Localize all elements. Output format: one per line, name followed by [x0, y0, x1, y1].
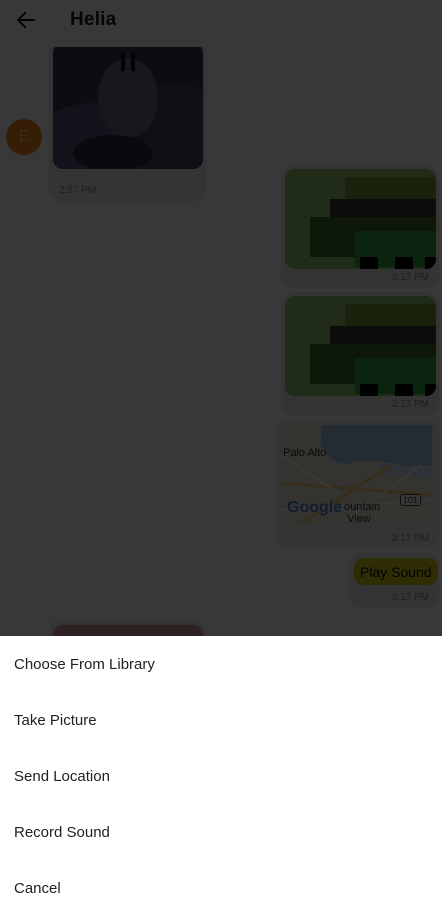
choose-from-library-option[interactable]: Choose From Library	[0, 636, 442, 692]
back-button[interactable]	[10, 6, 42, 34]
play-sound-button[interactable]: Play Sound	[354, 558, 438, 585]
action-sheet: Choose From Library Take Picture Send Lo…	[0, 636, 442, 914]
chat-area[interactable]: 2:57 PM E 3:17 PM 3:17 PM Palo Alto ount…	[0, 47, 442, 636]
incoming-image[interactable]	[53, 625, 203, 636]
message-time: 3:17 PM	[391, 272, 429, 283]
message-time: 3:17 PM	[391, 533, 429, 544]
location-map[interactable]: Palo Alto ountain View 101 Google	[281, 425, 432, 524]
outgoing-image-bubble[interactable]: 3:17 PM	[281, 292, 439, 416]
page-title: Helia	[70, 9, 117, 30]
outgoing-image-bubble[interactable]: 3:17 PM	[281, 165, 439, 289]
map-label-city: Palo Alto	[283, 447, 327, 459]
avatar[interactable]: E	[6, 119, 42, 155]
incoming-image-bubble[interactable]	[49, 619, 206, 636]
take-picture-option[interactable]: Take Picture	[0, 692, 442, 748]
incoming-image[interactable]	[53, 47, 203, 169]
route-shield: 101	[400, 494, 422, 506]
incoming-image-bubble[interactable]: 2:57 PM	[49, 47, 206, 202]
outgoing-image[interactable]	[285, 296, 436, 396]
message-time: 2:57 PM	[59, 185, 97, 196]
cancel-option[interactable]: Cancel	[0, 860, 442, 916]
map-label-city: ountain	[344, 501, 381, 513]
record-sound-option[interactable]: Record Sound	[0, 804, 442, 860]
arrow-left-icon	[16, 11, 35, 29]
outgoing-sound-bubble[interactable]: Play Sound 3:17 PM	[349, 552, 439, 608]
send-location-option[interactable]: Send Location	[0, 748, 442, 804]
map-logo: Google	[287, 499, 343, 516]
outgoing-image[interactable]	[285, 169, 436, 269]
message-time: 3:17 PM	[391, 592, 429, 603]
app-bar: Helia	[0, 0, 442, 47]
message-time: 3:17 PM	[391, 399, 429, 410]
outgoing-map-bubble[interactable]: Palo Alto ountain View 101 Google 3:17 P…	[276, 419, 439, 549]
map-label-city: View	[347, 513, 371, 524]
